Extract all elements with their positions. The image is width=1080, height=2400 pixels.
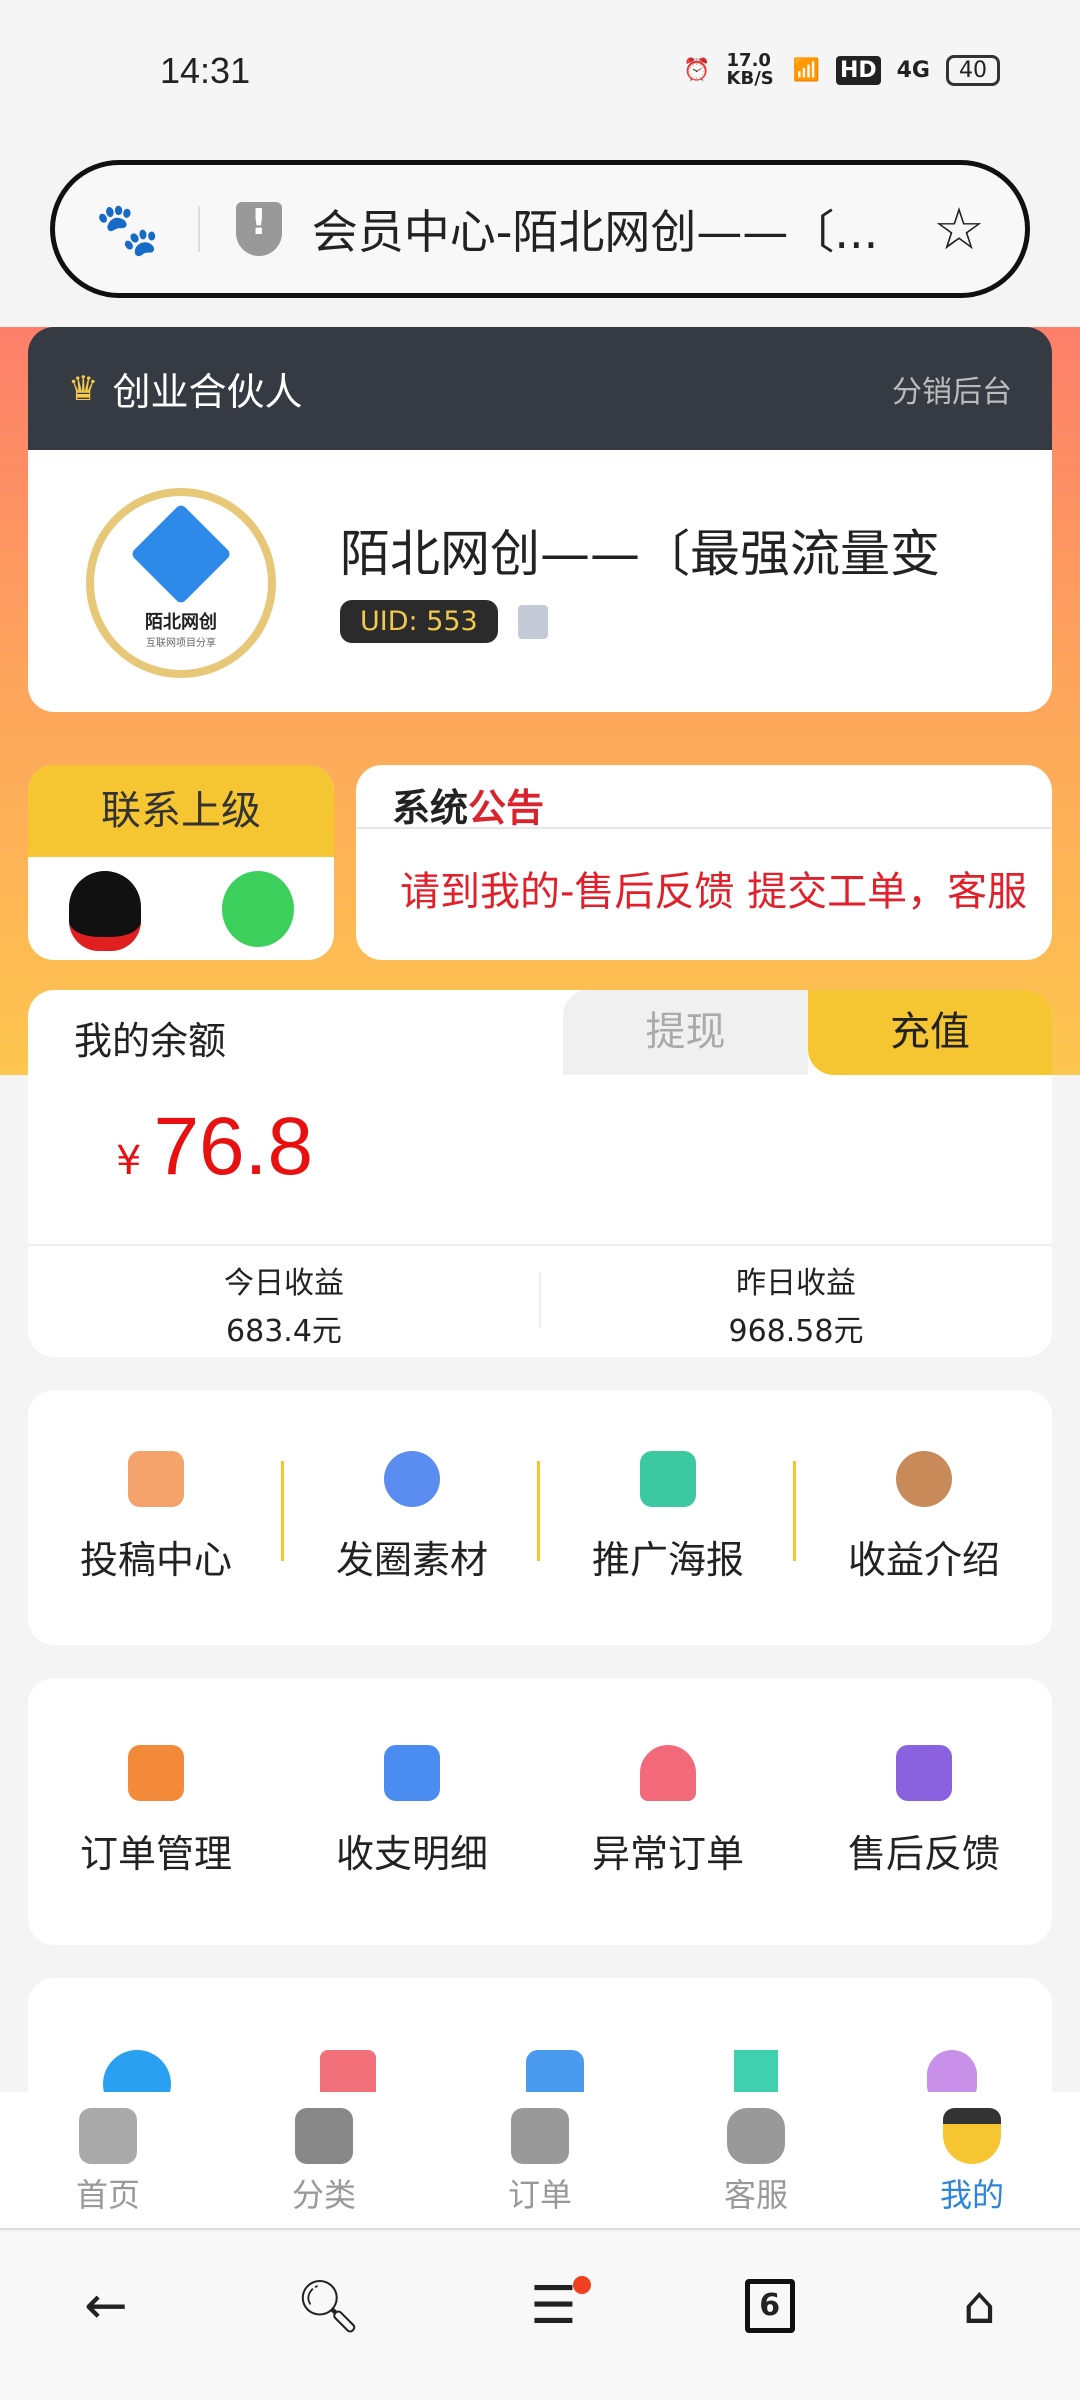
clock: 14:31 xyxy=(160,50,251,91)
bottom-tab-bar: 首页 分类 订单 客服 我的 xyxy=(0,2092,1080,2230)
contact-title: 联系上级 xyxy=(28,765,334,857)
chat-icon xyxy=(896,1745,952,1801)
tab-customer-service[interactable]: 客服 xyxy=(648,2092,864,2228)
alarm-icon: ⏰ xyxy=(683,57,711,83)
medal-icon xyxy=(896,1451,952,1507)
crown-icon: ♛ xyxy=(68,368,99,409)
hd-icon: HD xyxy=(835,55,881,85)
signal-icon: 4G xyxy=(896,57,930,83)
today-earnings-label: 今日收益 xyxy=(224,1266,344,1301)
balance-card: 我的余额 提现 充值 ¥ 76.8 今日收益 683.4元 昨日收益 968.5… xyxy=(28,990,1052,1357)
alarm-light-icon xyxy=(640,1745,696,1801)
profile-icon xyxy=(943,2108,1001,2164)
contact-superior-card: 联系上级 xyxy=(28,765,334,960)
browser-nav-bar: ← 🔍︎ ☰ 6 ⌂ xyxy=(0,2232,1080,2400)
avatar: 陌北网创 互联网项目分享 xyxy=(86,488,276,678)
qq-icon[interactable] xyxy=(68,871,141,951)
announcement-message: 请到我的-售后反馈 提交工单，客服 xyxy=(400,869,1028,915)
profile-card: 陌北网创 互联网项目分享 陌北网创——〔最强流量变 UID: 553 xyxy=(28,450,1052,712)
today-earnings: 683.4元 xyxy=(226,1314,342,1349)
tabs-button[interactable]: 6 xyxy=(744,2279,795,2333)
tab-home[interactable]: 首页 xyxy=(0,2092,216,2228)
wechat-icon[interactable] xyxy=(221,871,294,947)
grid-item-order-management[interactable]: 订单管理 xyxy=(28,1745,284,1878)
receipt-icon xyxy=(384,1745,440,1801)
divider xyxy=(197,206,200,252)
address-bar[interactable]: 🐾 ! 会员中心-陌北网创——〔... ☆ xyxy=(50,160,1030,298)
menu-icon[interactable]: ☰ xyxy=(530,2276,591,2336)
baidu-paw-icon: 🐾 xyxy=(95,199,160,260)
balance-amount: 76.8 xyxy=(153,1101,314,1192)
copy-icon[interactable] xyxy=(518,605,548,639)
divider xyxy=(28,1244,1052,1246)
withdraw-button[interactable]: 提现 xyxy=(563,990,808,1075)
logo-icon xyxy=(130,502,232,605)
wifi-icon: 📶 xyxy=(792,57,820,83)
battery-icon: 40 xyxy=(946,54,1000,86)
status-bar: 14:31 ⏰ 17.0 KB/S 📶 HD 4G 40 xyxy=(0,0,1080,150)
category-icon xyxy=(295,2108,353,2164)
yesterday-earnings-label: 昨日收益 xyxy=(736,1266,856,1301)
image-icon xyxy=(640,1451,696,1507)
tab-mine[interactable]: 我的 xyxy=(864,2092,1080,2228)
notification-dot xyxy=(572,2276,591,2294)
grid-item-materials[interactable]: 发圈素材 xyxy=(284,1451,540,1584)
announcement-title-red: 公告 xyxy=(468,786,545,830)
distribution-backend-link[interactable]: 分销后台 xyxy=(892,367,1012,411)
grid-item-transactions[interactable]: 收支明细 xyxy=(284,1745,540,1878)
uid-badge: UID: 553 xyxy=(340,600,498,643)
yesterday-earnings: 968.58元 xyxy=(728,1314,864,1349)
logo-subtext: 互联网项目分享 xyxy=(146,637,216,649)
grid-item-after-sales[interactable]: 售后反馈 xyxy=(796,1745,1052,1878)
tools-grid: 投稿中心 发圈素材 推广海报 收益介绍 xyxy=(28,1390,1052,1645)
back-icon[interactable]: ← xyxy=(84,2276,128,2336)
shield-icon: ! xyxy=(235,202,282,256)
chat-bubble-icon xyxy=(727,2108,785,2164)
search-icon[interactable]: 🔍︎ xyxy=(296,2276,362,2337)
currency-symbol: ¥ xyxy=(116,1138,142,1184)
announcement-title: 系统 xyxy=(392,786,469,830)
page-title[interactable]: 会员中心-陌北网创——〔... xyxy=(312,196,933,262)
grid-item-submission-center[interactable]: 投稿中心 xyxy=(28,1451,284,1584)
network-speed: 17.0 KB/S xyxy=(726,50,774,89)
tab-orders[interactable]: 订单 xyxy=(432,2092,648,2228)
grid-item-earnings-intro[interactable]: 收益介绍 xyxy=(796,1451,1052,1584)
grid-item-posters[interactable]: 推广海报 xyxy=(540,1451,796,1584)
home-icon[interactable]: ⌂ xyxy=(963,2276,996,2336)
announcement-card: 系统公告 请到我的-售后反馈 提交工单，客服 xyxy=(356,765,1052,960)
clipboard-icon xyxy=(128,1745,184,1801)
edit-icon xyxy=(128,1451,184,1507)
tab-category[interactable]: 分类 xyxy=(216,2092,432,2228)
star-icon[interactable]: ☆ xyxy=(933,195,985,263)
aperture-icon xyxy=(384,1451,440,1507)
recharge-button[interactable]: 充值 xyxy=(808,990,1052,1075)
user-name: 陌北网创——〔最强流量变 xyxy=(340,525,940,583)
balance-label: 我的余额 xyxy=(74,1019,227,1063)
orders-grid: 订单管理 收支明细 异常订单 售后反馈 xyxy=(28,1678,1052,1945)
header-title: 创业合伙人 xyxy=(112,370,303,414)
store-icon xyxy=(79,2108,137,2164)
logo-text: 陌北网创 xyxy=(145,611,217,633)
partner-header: ♛ 创业合伙人 分销后台 xyxy=(28,327,1052,450)
grid-item-abnormal-orders[interactable]: 异常订单 xyxy=(540,1745,796,1878)
order-icon xyxy=(511,2108,569,2164)
